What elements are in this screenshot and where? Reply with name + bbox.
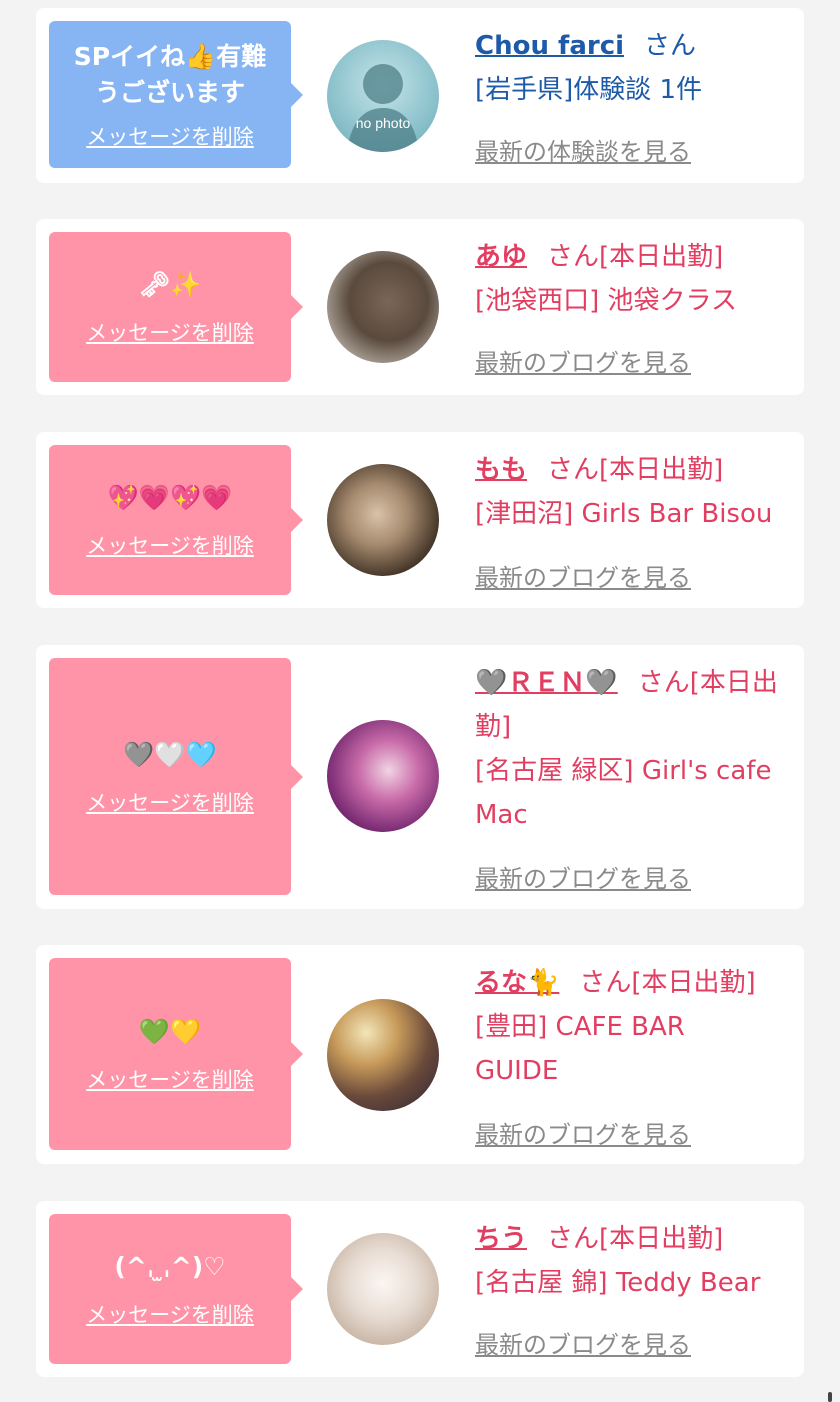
delete-message-link[interactable]: メッセージを削除 <box>86 1299 254 1329</box>
message-bubble: 🗝✨ メッセージを削除 <box>49 232 303 382</box>
latest-blog-link[interactable]: 最新のブログを見る <box>475 1115 691 1150</box>
avatar[interactable]: no photo <box>327 40 439 152</box>
delete-message-link[interactable]: メッセージを削除 <box>86 530 254 560</box>
message-bubble: (^ˌ ̫ˌ^)♡ メッセージを削除 <box>49 1214 303 1364</box>
sender-detail: [岩手県]体験談 1件 <box>475 75 703 105</box>
sender-info: もも さん[本日出勤] [津田沼] Girls Bar Bisou <box>475 448 786 536</box>
sender-name-link[interactable]: るな🐈 <box>475 968 559 998</box>
latest-blog-link[interactable]: 最新のブログを見る <box>475 1325 691 1360</box>
avatar[interactable] <box>327 464 439 576</box>
message-card: (^ˌ ̫ˌ^)♡ メッセージを削除 ちう さん[本日出勤] [名古屋 錦] Te… <box>36 1201 804 1377</box>
message-card: SPイイね👍有難うございます メッセージを削除 no photo Chou fa… <box>36 8 804 183</box>
message-card: 💚💛 メッセージを削除 るな🐈 さん[本日出勤] [豊田] CAFE BAR GU… <box>36 945 804 1164</box>
latest-blog-link[interactable]: 最新のブログを見る <box>475 859 691 894</box>
greeting-text: 💚💛 <box>138 1017 202 1046</box>
honorific: さん[本日出勤] <box>547 455 724 485</box>
avatar[interactable] <box>327 251 439 363</box>
sender-detail: [豊田] CAFE BAR GUIDE <box>475 1012 685 1086</box>
latest-review-link[interactable]: 最新の体験談を見る <box>475 132 691 167</box>
delete-message-link[interactable]: メッセージを削除 <box>86 787 254 817</box>
sender-name-link[interactable]: Chou farci <box>475 31 624 61</box>
sender-name-line: ちう さん[本日出勤] <box>475 1217 786 1261</box>
sender-info: あゆ さん[本日出勤] [池袋西口] 池袋クラス <box>475 235 786 323</box>
sender-info: るな🐈 さん[本日出勤] [豊田] CAFE BAR GUIDE <box>475 961 786 1093</box>
sender-detail: [名古屋 緑区] Girl's cafe Mac <box>475 756 772 830</box>
message-card: 🗝✨ メッセージを削除 あゆ さん[本日出勤] [池袋西口] 池袋クラス 最新のブ… <box>36 219 804 395</box>
scrollbar[interactable] <box>828 1392 832 1402</box>
avatar[interactable] <box>327 1233 439 1345</box>
sender-name-line: もも さん[本日出勤] <box>475 448 786 492</box>
no-photo-silhouette-icon: no photo <box>347 64 419 152</box>
greeting-text: 💖💗💖💗 <box>107 483 233 512</box>
latest-blog-link[interactable]: 最新のブログを見る <box>475 343 691 378</box>
delete-message-link[interactable]: メッセージを削除 <box>86 121 254 151</box>
no-photo-caption: no photo <box>356 115 411 131</box>
greeting-text: (^ˌ ̫ˌ^)♡ <box>114 1252 226 1281</box>
latest-blog-link[interactable]: 最新のブログを見る <box>475 558 691 593</box>
honorific: さん[本日出勤] <box>547 242 724 272</box>
avatar[interactable] <box>327 999 439 1111</box>
sender-name-link[interactable]: あゆ <box>475 242 527 272</box>
sender-detail: [名古屋 錦] Teddy Bear <box>475 1268 761 1298</box>
sender-detail: [池袋西口] 池袋クラス <box>475 286 738 316</box>
message-bubble: SPイイね👍有難うございます メッセージを削除 <box>49 21 303 168</box>
sender-info: 🩶ＲＥＮ🩶 さん[本日出勤] [名古屋 緑区] Girl's cafe Mac <box>475 661 786 837</box>
message-card: 💖💗💖💗 メッセージを削除 もも さん[本日出勤] [津田沼] Girls Bar… <box>36 432 804 608</box>
delete-message-link[interactable]: メッセージを削除 <box>86 317 254 347</box>
sender-detail: [津田沼] Girls Bar Bisou <box>475 499 773 529</box>
sender-name-line: あゆ さん[本日出勤] <box>475 235 786 279</box>
sender-info: ちう さん[本日出勤] [名古屋 錦] Teddy Bear <box>475 1217 786 1305</box>
delete-message-link[interactable]: メッセージを削除 <box>86 1064 254 1094</box>
honorific: さん[本日出勤] <box>579 968 756 998</box>
honorific: さん[本日出勤] <box>547 1224 724 1254</box>
avatar[interactable] <box>327 720 439 832</box>
sender-name-line: Chou farci さん <box>475 24 786 68</box>
sender-name-link[interactable]: もも <box>475 455 527 485</box>
sender-name-line: 🩶ＲＥＮ🩶 さん[本日出勤] <box>475 661 786 749</box>
greeting-text: 🩶🤍🩵 <box>123 739 217 769</box>
greeting-text: SPイイね👍有難うございます <box>73 41 267 107</box>
message-bubble: 🩶🤍🩵 メッセージを削除 <box>49 658 303 895</box>
sender-name-link[interactable]: 🩶ＲＥＮ🩶 <box>475 668 618 698</box>
sender-info: Chou farci さん [岩手県]体験談 1件 <box>475 24 786 112</box>
honorific: さん <box>644 31 697 61</box>
sender-name-link[interactable]: ちう <box>475 1224 527 1254</box>
sender-name-line: るな🐈 さん[本日出勤] <box>475 961 786 1005</box>
greeting-text: 🗝✨ <box>138 270 202 299</box>
message-bubble: 💖💗💖💗 メッセージを削除 <box>49 445 303 595</box>
message-card: 🩶🤍🩵 メッセージを削除 🩶ＲＥＮ🩶 さん[本日出勤] [名古屋 緑区] Girl… <box>36 645 804 909</box>
message-bubble: 💚💛 メッセージを削除 <box>49 958 303 1150</box>
